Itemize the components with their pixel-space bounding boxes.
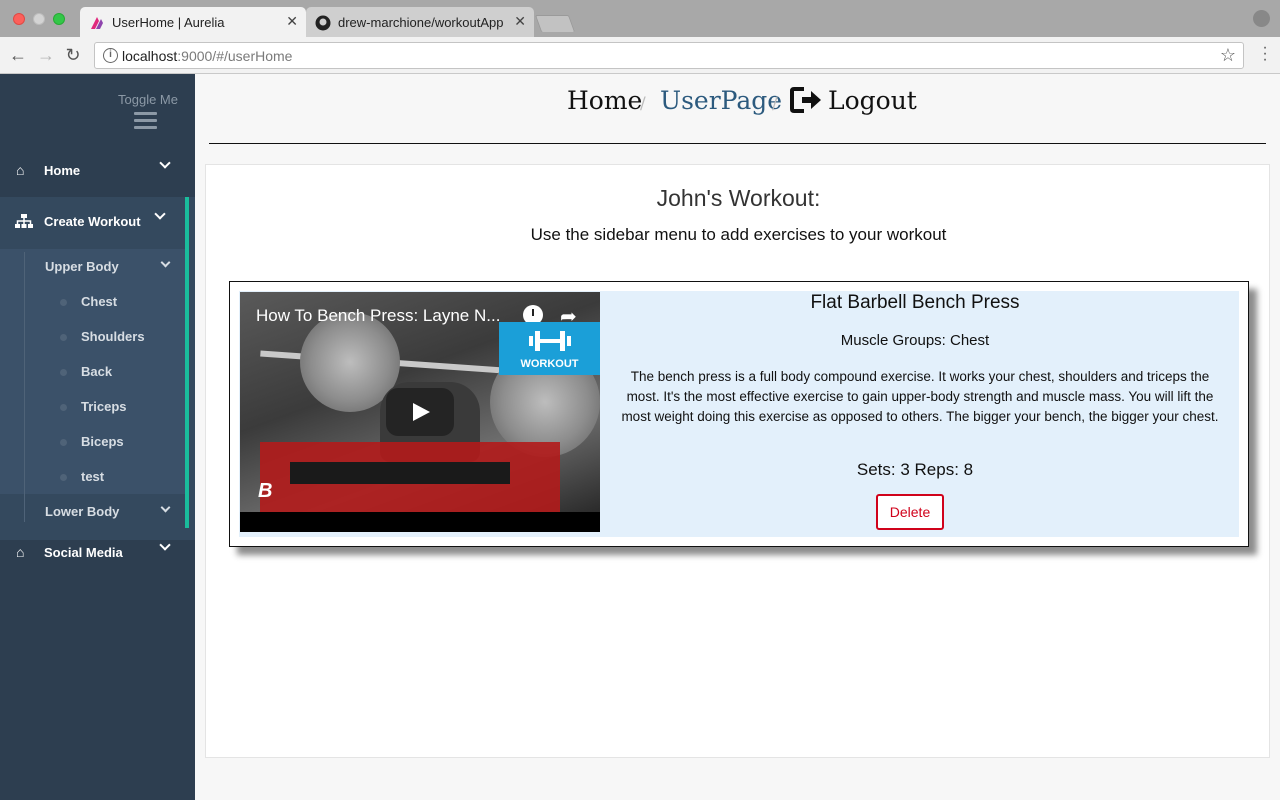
youtube-video-player[interactable]: How To Bench Press: Layne N... ➦ WORKOUT… [240,292,600,532]
sidebar-subitem-triceps[interactable]: Triceps [58,399,218,429]
sidebar-subitem-back[interactable]: Back [58,364,218,394]
sidebar-group-upper-body[interactable]: Upper Body [22,257,182,289]
url-text[interactable]: localhost:9000/#/userHome [122,48,292,64]
reload-icon[interactable]: ↻ [63,45,83,65]
address-bar[interactable]: i localhost:9000/#/userHome ☆ [94,42,1244,69]
aurelia-favicon-icon [91,17,103,29]
maximize-window-button[interactable] [53,13,65,25]
exercise-card: How To Bench Press: Layne N... ➦ WORKOUT… [229,281,1249,547]
sidebar-subitem-shoulders[interactable]: Shoulders [58,329,218,359]
close-tab-icon[interactable]: ✕ [286,13,298,30]
chevron-down-icon [160,502,171,513]
chevron-down-icon [160,257,171,268]
chevron-down-icon [154,208,166,220]
sidebar-item-label: Create Workout [44,214,141,229]
browser-menu-icon[interactable]: · · · [1262,40,1268,68]
breadcrumb-home-link[interactable]: Home [567,86,642,115]
sidebar-group-lower-body[interactable]: Lower Body [22,502,182,534]
page-subtitle: Use the sidebar menu to add exercises to… [530,225,947,244]
sidebar: Toggle Me ⌂ Home Create Workout Upper Bo… [0,74,195,800]
breadcrumb-userpage-link[interactable]: UserPage [660,86,782,115]
breadcrumb-separator: / [772,94,778,114]
page-title: John's Workout: [656,185,821,211]
group-label: Upper Body [45,259,119,274]
tab-title: drew-marchione/workoutApp [338,15,504,30]
tab-title: UserHome | Aurelia [112,15,225,30]
sidebar-subitem-test[interactable]: test [58,469,218,499]
exercise-description: The bench press is a full body compound … [621,369,1219,424]
bodybuilding-logo: B [258,480,273,502]
breadcrumb-separator: / [640,94,646,114]
close-tab-icon[interactable]: ✕ [514,13,526,30]
badge-label: WORKOUT [520,358,579,370]
chevron-down-icon [159,157,171,169]
logout-icon [790,87,821,113]
main-panel: John's Workout: Use the sidebar menu to … [205,164,1270,758]
sidebar-subitem-biceps[interactable]: Biceps [58,434,218,464]
bullet-icon [60,299,67,306]
github-favicon-icon [315,15,331,31]
chevron-down-icon [159,539,171,551]
play-button[interactable] [386,388,454,436]
header-divider [209,143,1266,144]
sets-reps: Sets: 3 Reps: 8 [856,460,974,479]
back-arrow-icon[interactable]: ← [8,45,28,65]
sitemap-icon [15,214,33,228]
sidebar-subitem-chest[interactable]: Chest [58,294,218,324]
muscle-groups: Muscle Groups: Chest [840,332,990,349]
profile-icon[interactable] [1253,10,1270,27]
close-window-button[interactable] [13,13,25,25]
info-icon[interactable]: i [103,48,118,63]
browser-tab-userhome[interactable]: UserHome | Aurelia ✕ [80,7,306,37]
video-title[interactable]: How To Bench Press: Layne N... [256,306,500,326]
sidebar-item-label: Home [44,163,81,178]
bullet-icon [60,404,67,411]
home-icon: ⌂ [16,544,25,560]
exercise-name: Flat Barbell Bench Press [810,292,1020,313]
workout-channel-badge[interactable]: WORKOUT [499,322,600,375]
tree-line [24,252,25,522]
bullet-icon [60,334,67,341]
logout-label: Logout [828,86,917,115]
dumbbell-icon [529,331,571,351]
browser-tab-github[interactable]: drew-marchione/workoutApp ✕ [306,7,534,37]
new-tab-button[interactable] [534,15,576,32]
minimize-window-button[interactable] [33,13,45,25]
forward-arrow-icon[interactable]: → [36,45,56,65]
sidebar-item-home[interactable]: ⌂ Home [0,150,195,190]
bullet-icon [60,439,67,446]
bench-pad [290,462,510,484]
home-icon: ⌂ [16,162,25,178]
browser-tab-strip: UserHome | Aurelia ✕ drew-marchione/work… [0,0,1280,37]
bullet-icon [60,474,67,481]
bookmark-star-icon[interactable]: ☆ [1220,45,1236,66]
group-label: Lower Body [45,504,120,519]
bullet-icon [60,369,67,376]
sidebar-item-social-media[interactable]: ⌂ Social Media [0,532,195,572]
sidebar-item-label: Social Media [44,545,123,560]
sidebar-item-create-workout[interactable]: Create Workout [0,201,195,241]
browser-toolbar: ← → ↻ i localhost:9000/#/userHome ☆ · · · [0,37,1280,74]
delete-button[interactable]: Delete [876,494,944,530]
breadcrumb: Home / UserPage / Logout [0,86,1280,126]
